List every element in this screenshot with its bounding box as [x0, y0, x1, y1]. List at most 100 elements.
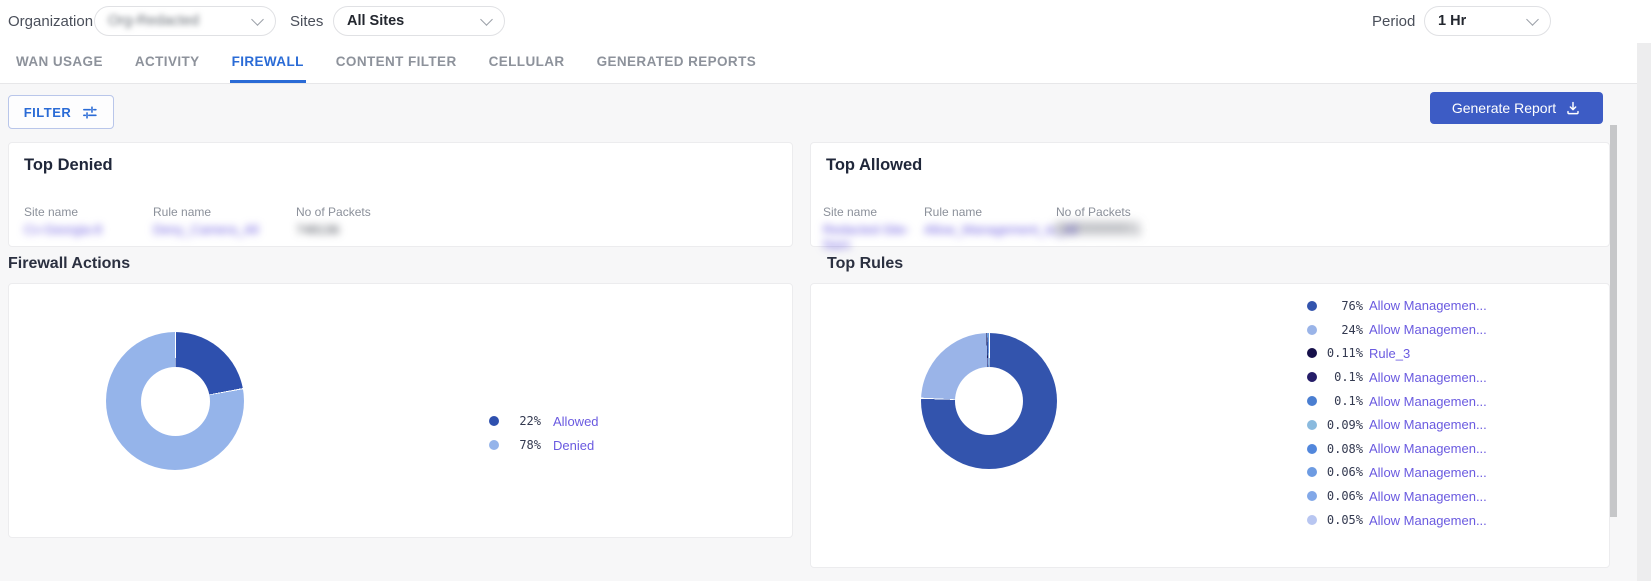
legend-item: 0.05% Allow Managemen...	[1307, 508, 1487, 532]
legend-item: 0.06% Allow Managemen...	[1307, 461, 1487, 485]
allowed-packets-value: 820000001	[1056, 219, 1141, 252]
legend-dot	[1307, 515, 1317, 525]
firewall-report-page: Organization Org-Redacted Sites All Site…	[0, 0, 1651, 581]
legend-percent: 0.1%	[1323, 394, 1363, 408]
top-rules-legend: 76% Allow Managemen... 24% Allow Managem…	[1307, 294, 1487, 532]
organization-dropdown[interactable]: Org-Redacted	[94, 6, 276, 36]
legend-dot	[1307, 348, 1317, 358]
firewall-actions-card: 22% Allowed 78% Denied	[8, 283, 793, 538]
legend-item: 0.09% Allow Managemen...	[1307, 413, 1487, 437]
filter-button-label: FILTER	[24, 105, 72, 120]
legend-label-denied[interactable]: Denied	[553, 438, 594, 453]
legend-item: 0.1% Allow Managemen...	[1307, 389, 1487, 413]
tab-generated-reports[interactable]: GENERATED REPORTS	[595, 43, 759, 83]
legend-item: 78% Denied	[489, 433, 599, 457]
generate-report-label: Generate Report	[1452, 100, 1556, 116]
top-denied-card: Top Denied Site name Rule name No of Pac…	[8, 142, 793, 247]
legend-dot	[489, 416, 499, 426]
legend-label-rule[interactable]: Allow Managemen...	[1369, 370, 1487, 385]
organization-value: Org-Redacted	[108, 13, 199, 29]
tab-content-filter[interactable]: CONTENT FILTER	[334, 43, 459, 83]
period-value: 1 Hr	[1438, 13, 1466, 29]
legend-item: 24% Allow Managemen...	[1307, 318, 1487, 342]
column-header-rule-name: Rule name	[153, 205, 296, 219]
column-header-packets: No of Packets	[1056, 205, 1131, 219]
top-rules-heading: Top Rules	[827, 255, 903, 273]
firewall-actions-donut-chart	[106, 332, 244, 470]
legend-percent: 22%	[509, 414, 541, 428]
legend-label-rule[interactable]: Allow Managemen...	[1369, 441, 1487, 456]
top-denied-title: Top Denied	[24, 156, 113, 175]
legend-dot	[489, 440, 499, 450]
legend-label-rule[interactable]: Allow Managemen...	[1369, 298, 1487, 313]
legend-dot	[1307, 491, 1317, 501]
organization-label: Organization	[8, 0, 93, 43]
legend-percent: 24%	[1323, 323, 1363, 337]
legend-item: 0.06% Allow Managemen...	[1307, 484, 1487, 508]
top-bar: Organization Org-Redacted Sites All Site…	[0, 0, 1651, 43]
download-icon	[1565, 100, 1581, 116]
legend-item: 0.11% Rule_3	[1307, 342, 1487, 366]
legend-dot	[1307, 420, 1317, 430]
legend-label-rule[interactable]: Allow Managemen...	[1369, 417, 1487, 432]
legend-percent: 76%	[1323, 299, 1363, 313]
legend-percent: 0.05%	[1323, 513, 1363, 527]
legend-label-rule[interactable]: Allow Managemen...	[1369, 465, 1487, 480]
legend-dot	[1307, 467, 1317, 477]
report-tabs: WAN USAGE ACTIVITY FIREWALL CONTENT FILT…	[0, 43, 1637, 84]
top-allowed-title: Top Allowed	[826, 156, 922, 175]
tab-firewall[interactable]: FIREWALL	[230, 43, 306, 83]
denied-rule-name-link[interactable]: Deny_Camera_All	[153, 222, 259, 237]
legend-label-rule[interactable]: Allow Managemen...	[1369, 489, 1487, 504]
top-allowed-card: Top Allowed Site name Rule name No of Pa…	[810, 142, 1610, 247]
legend-label-rule[interactable]: Allow Managemen...	[1369, 513, 1487, 528]
tab-activity[interactable]: ACTIVITY	[133, 43, 202, 83]
legend-percent: 0.09%	[1323, 418, 1363, 432]
chevron-down-icon	[480, 13, 493, 26]
legend-percent: 0.08%	[1323, 442, 1363, 456]
legend-label-allowed[interactable]: Allowed	[553, 414, 599, 429]
top-rules-donut-chart	[921, 333, 1057, 469]
legend-dot	[1307, 325, 1317, 335]
legend-label-rule[interactable]: Allow Managemen...	[1369, 394, 1487, 409]
generate-report-button[interactable]: Generate Report	[1430, 92, 1603, 124]
legend-item: 0.08% Allow Managemen...	[1307, 437, 1487, 461]
denied-packets-value: 748136	[296, 222, 339, 237]
chevron-down-icon	[251, 13, 264, 26]
legend-percent: 0.1%	[1323, 370, 1363, 384]
legend-percent: 0.06%	[1323, 465, 1363, 479]
legend-percent: 0.06%	[1323, 489, 1363, 503]
column-header-rule-name: Rule name	[924, 205, 1056, 219]
chevron-down-icon	[1526, 13, 1539, 26]
legend-dot	[1307, 444, 1317, 454]
sites-label: Sites	[290, 0, 323, 43]
legend-dot	[1307, 301, 1317, 311]
sites-dropdown[interactable]: All Sites	[333, 6, 505, 36]
legend-label-rule[interactable]: Allow Managemen...	[1369, 322, 1487, 337]
legend-item: 0.1% Allow Managemen...	[1307, 365, 1487, 389]
legend-label-rule[interactable]: Rule_3	[1369, 346, 1410, 361]
column-header-site-name: Site name	[24, 205, 153, 219]
period-label: Period	[1372, 0, 1415, 43]
allowed-rule-name-link[interactable]: Allow_Management_to_All	[924, 222, 1078, 237]
sites-value: All Sites	[347, 13, 404, 29]
tune-icon	[81, 104, 98, 121]
firewall-actions-legend: 22% Allowed 78% Denied	[489, 409, 599, 457]
top-rules-card: 76% Allow Managemen... 24% Allow Managem…	[810, 283, 1610, 568]
page-right-gutter	[1637, 43, 1651, 581]
tab-wan-usage[interactable]: WAN USAGE	[14, 43, 105, 83]
legend-percent: 0.11%	[1323, 346, 1363, 360]
denied-site-name-link[interactable]: Cv-Georgia-8	[24, 222, 102, 237]
firewall-actions-heading: Firewall Actions	[8, 255, 130, 273]
period-dropdown[interactable]: 1 Hr	[1424, 6, 1551, 36]
column-header-site-name: Site name	[823, 205, 924, 219]
tab-cellular[interactable]: CELLULAR	[487, 43, 567, 83]
legend-item: 22% Allowed	[489, 409, 599, 433]
legend-dot	[1307, 372, 1317, 382]
column-header-packets: No of Packets	[296, 205, 371, 219]
legend-dot	[1307, 396, 1317, 406]
allowed-site-name-link[interactable]: Redacted-Site-Nam	[823, 222, 910, 252]
vertical-scrollbar-thumb[interactable]	[1610, 125, 1617, 517]
legend-percent: 78%	[509, 438, 541, 452]
filter-button[interactable]: FILTER	[8, 95, 114, 129]
